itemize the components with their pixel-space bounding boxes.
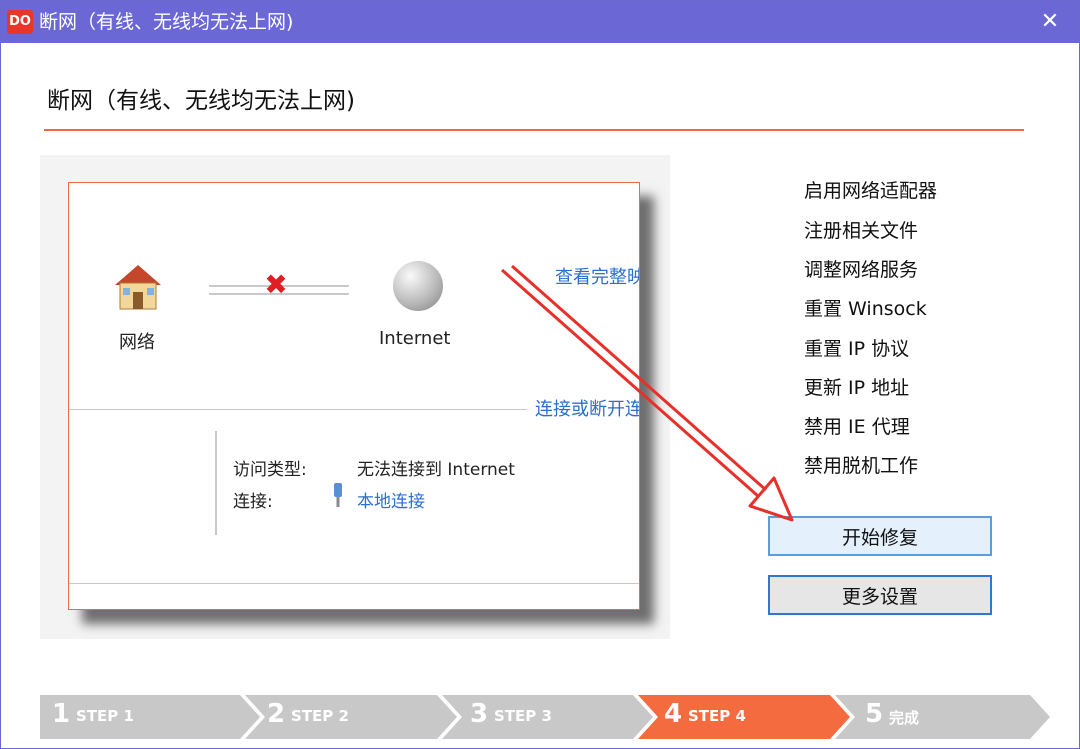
window-title: 断网（有线、无线均无法上网) xyxy=(39,11,294,33)
action-enable-adapter: 启用网络适配器 xyxy=(804,180,938,202)
step-3-number: 3 xyxy=(470,699,489,729)
house-icon xyxy=(115,265,161,310)
action-register-files: 注册相关文件 xyxy=(804,220,919,242)
local-connection-link[interactable]: 本地连接 xyxy=(357,487,425,512)
action-disable-offline: 禁用脱机工作 xyxy=(804,455,919,477)
internet-label: Internet xyxy=(379,328,451,349)
step-1-label: STEP 1 xyxy=(76,707,134,725)
ethernet-plug-icon xyxy=(334,483,342,507)
action-adjust-services: 调整网络服务 xyxy=(804,259,919,281)
step-4-number: 4 xyxy=(664,699,683,729)
step-2-number: 2 xyxy=(267,699,286,729)
action-disable-proxy: 禁用 IE 代理 xyxy=(804,416,910,438)
vertical-divider xyxy=(215,431,217,535)
view-full-map-link[interactable]: 查看完整映 xyxy=(555,263,639,289)
step-2-label: STEP 2 xyxy=(291,707,349,725)
step-5-number: 5 xyxy=(865,699,884,729)
close-button[interactable]: ✕ xyxy=(1037,9,1063,35)
start-repair-button[interactable]: 开始修复 xyxy=(768,516,992,556)
app-logo-icon: DO xyxy=(7,10,33,34)
panel-divider xyxy=(69,409,527,410)
title-bar: DO 断网（有线、无线均无法上网) ✕ xyxy=(1,1,1079,43)
panel-bottom-divider xyxy=(69,583,639,584)
step-5-label: 完成 xyxy=(889,709,920,727)
action-reset-winsock: 重置 Winsock xyxy=(804,298,927,320)
network-label: 网络 xyxy=(119,332,155,353)
network-status-panel: 网络 ✖ Internet 查看完整映 连接或断开连 访问类型: 无法连接到 I… xyxy=(68,182,640,610)
globe-icon xyxy=(393,261,443,311)
step-3-label: STEP 3 xyxy=(494,707,552,725)
step-4-label: STEP 4 xyxy=(688,707,746,725)
heading-divider xyxy=(44,129,1024,131)
page-title: 断网（有线、无线均无法上网) xyxy=(47,88,355,114)
step-1-number: 1 xyxy=(52,699,71,729)
more-settings-button[interactable]: 更多设置 xyxy=(768,575,992,615)
connect-disconnect-link[interactable]: 连接或断开连 xyxy=(535,395,639,421)
connection-label: 连接: xyxy=(233,492,273,512)
disconnected-x-icon: ✖ xyxy=(264,268,288,301)
access-type-value: 无法连接到 Internet xyxy=(357,460,515,480)
access-type-label: 访问类型: xyxy=(233,460,307,480)
action-reset-ip: 重置 IP 协议 xyxy=(804,338,910,360)
step-progress-bar: 1 STEP 1 2 STEP 2 3 STEP 3 4 STEP 4 5 完成 xyxy=(40,695,1060,739)
action-renew-ip: 更新 IP 地址 xyxy=(804,377,910,399)
